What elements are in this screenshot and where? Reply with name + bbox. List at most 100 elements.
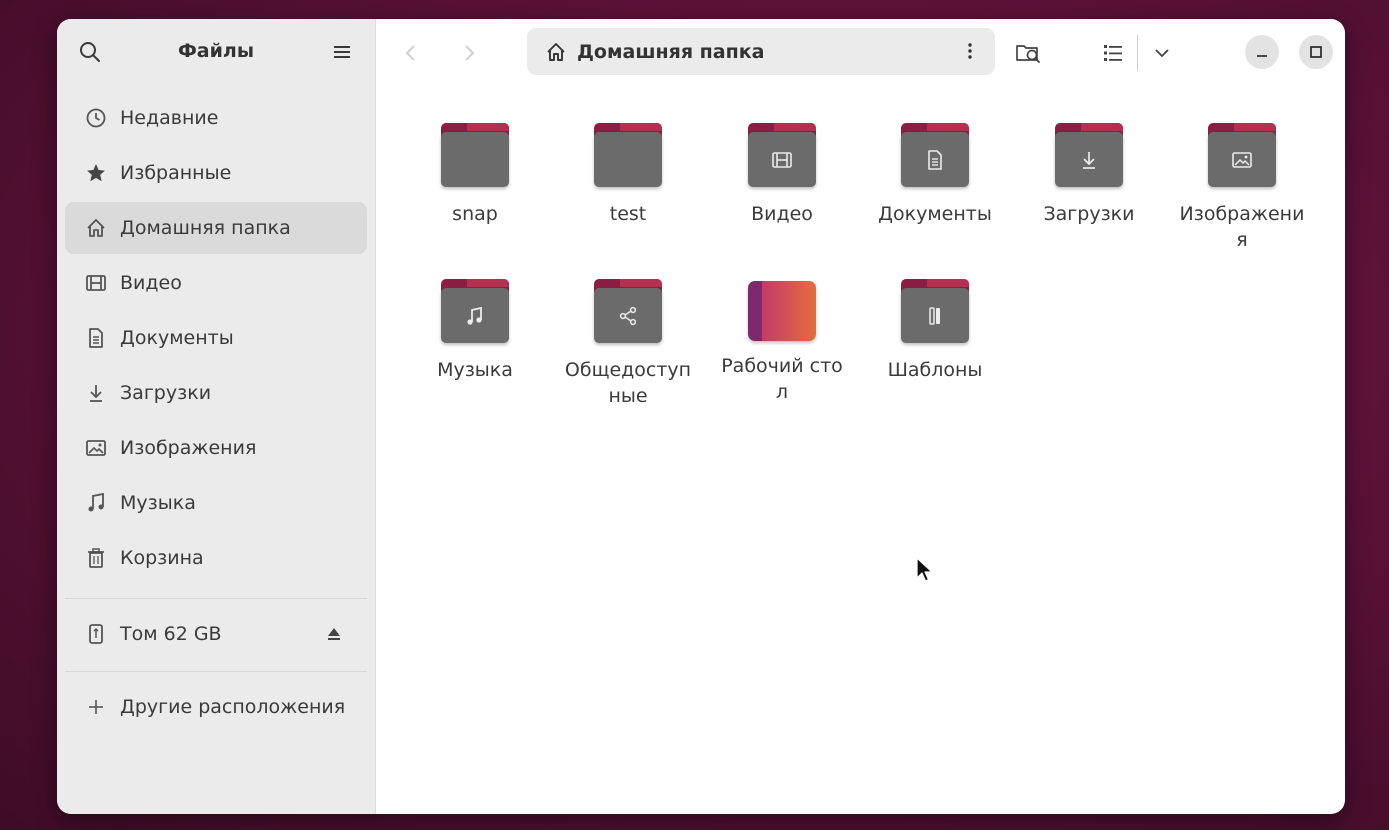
film-icon <box>772 151 792 168</box>
sidebar: Файлы Недавние Избранные Домашняя папка … <box>57 19 376 814</box>
plus-icon <box>89 700 103 714</box>
download-icon <box>1083 151 1095 169</box>
sidebar-header: Файлы <box>57 19 375 85</box>
desktop-icon <box>748 281 816 341</box>
file-item-downloads[interactable]: Загрузки <box>1024 85 1154 227</box>
share-icon <box>619 306 637 325</box>
music-icon <box>467 306 482 325</box>
files-window: Файлы Недавние Избранные Домашняя папка … <box>57 19 1345 814</box>
path-bar[interactable]: Домашняя папка <box>527 28 995 75</box>
folder-search-icon <box>1016 45 1040 63</box>
sidebar-item-label: Музыка <box>120 492 196 514</box>
file-item-documents[interactable]: Документы <box>870 85 1000 227</box>
file-grid: snap test Видео Документы Загрузки Изобр… <box>375 85 1345 814</box>
templates-folder-icon <box>901 279 969 343</box>
folder-icon <box>441 123 509 187</box>
file-name: snap <box>452 203 498 225</box>
toolbar-divider <box>1137 35 1138 71</box>
sidebar-item-label: Недавние <box>120 107 219 129</box>
videos-folder-icon <box>748 123 816 187</box>
file-name: Видео <box>751 203 813 225</box>
file-item-videos[interactable]: Видео <box>717 85 847 227</box>
path-menu-button[interactable] <box>959 40 981 62</box>
eject-button[interactable] <box>323 623 345 645</box>
sidebar-item-pictures[interactable]: Изображения <box>65 422 367 474</box>
file-item-snap[interactable]: snap <box>410 85 540 227</box>
sidebar-item-home[interactable]: Домашняя папка <box>65 202 367 254</box>
pictures-folder-icon <box>1208 123 1276 187</box>
image-icon <box>86 440 106 456</box>
sidebar-divider <box>65 671 367 672</box>
eject-icon <box>328 628 340 640</box>
main-menu-button[interactable] <box>329 39 355 65</box>
chevron-down-icon <box>1155 49 1169 58</box>
file-item-templates[interactable]: Шаблоны <box>870 241 1000 383</box>
file-name: Загрузки <box>1043 203 1135 225</box>
maximize-button[interactable] <box>1299 35 1333 69</box>
sidebar-item-label: Другие расположения <box>120 696 346 718</box>
download-icon <box>90 385 102 402</box>
file-name: test <box>609 203 647 225</box>
mouse-cursor-icon <box>916 557 933 582</box>
list-view-icon <box>1104 45 1122 61</box>
usb-drive-icon <box>89 624 103 644</box>
file-name: Шаблоны <box>887 359 983 381</box>
template-icon <box>929 306 940 325</box>
public-folder-icon <box>594 279 662 343</box>
clock-icon <box>86 108 106 128</box>
sidebar-item-trash[interactable]: Корзина <box>65 532 367 584</box>
documents-folder-icon <box>901 123 969 187</box>
sidebar-item-recent[interactable]: Недавние <box>65 92 367 144</box>
music-icon <box>88 492 104 512</box>
current-location: Домашняя папка <box>577 40 765 63</box>
sidebar-item-label: Избранные <box>120 162 232 184</box>
music-folder-icon <box>441 279 509 343</box>
back-button[interactable] <box>395 37 427 69</box>
minimize-icon <box>1257 55 1267 57</box>
sidebar-item-starred[interactable]: Избранные <box>65 147 367 199</box>
file-name: Музыка <box>437 359 513 381</box>
file-name: Рабочий стол <box>721 355 843 403</box>
file-item-music[interactable]: Музыка <box>410 241 540 383</box>
home-icon <box>87 219 105 237</box>
sidebar-places: Недавние Избранные Домашняя папка Видео … <box>65 92 367 587</box>
sidebar-item-label: Изображения <box>120 437 257 459</box>
sidebar-item-label: Домашняя папка <box>120 217 291 239</box>
file-item-test[interactable]: test <box>563 85 693 227</box>
sidebar-item-volume[interactable]: Том 62 GB <box>65 608 367 660</box>
film-icon <box>86 275 106 291</box>
home-icon <box>547 42 565 61</box>
star-icon <box>87 164 105 182</box>
hamburger-icon <box>334 46 350 58</box>
app-title: Файлы <box>177 40 255 62</box>
minimize-button[interactable] <box>1245 35 1279 69</box>
vertical-dots-icon <box>968 43 972 59</box>
search-files-button[interactable] <box>1012 36 1046 70</box>
folder-icon <box>594 123 662 187</box>
sidebar-item-music[interactable]: Музыка <box>65 477 367 529</box>
trash-icon <box>88 548 104 568</box>
sidebar-item-videos[interactable]: Видео <box>65 257 367 309</box>
downloads-folder-icon <box>1055 123 1123 187</box>
sidebar-item-label: Корзина <box>120 547 204 569</box>
view-options-button[interactable] <box>1145 36 1179 70</box>
chevron-right-icon <box>465 45 475 61</box>
sidebar-divider <box>65 598 367 599</box>
file-item-pictures[interactable]: Изображения <box>1177 85 1307 253</box>
sidebar-item-label: Том 62 GB <box>120 623 222 645</box>
file-name: Общедоступные <box>564 359 692 407</box>
file-name: Документы <box>878 203 992 225</box>
image-icon <box>1232 151 1252 168</box>
sidebar-item-label: Загрузки <box>120 382 212 404</box>
sidebar-item-documents[interactable]: Документы <box>65 312 367 364</box>
sidebar-item-downloads[interactable]: Загрузки <box>65 367 367 419</box>
forward-button[interactable] <box>453 37 485 69</box>
file-name: Изображения <box>1179 203 1305 251</box>
file-item-desktop[interactable]: Рабочий стол <box>717 241 847 405</box>
header-bar: Домашняя папка <box>375 19 1345 85</box>
document-icon <box>89 328 103 348</box>
file-item-public[interactable]: Общедоступные <box>563 241 693 409</box>
view-mode-button[interactable] <box>1096 36 1130 70</box>
sidebar-item-label: Документы <box>120 327 234 349</box>
sidebar-item-other-locations[interactable]: Другие расположения <box>65 681 367 733</box>
